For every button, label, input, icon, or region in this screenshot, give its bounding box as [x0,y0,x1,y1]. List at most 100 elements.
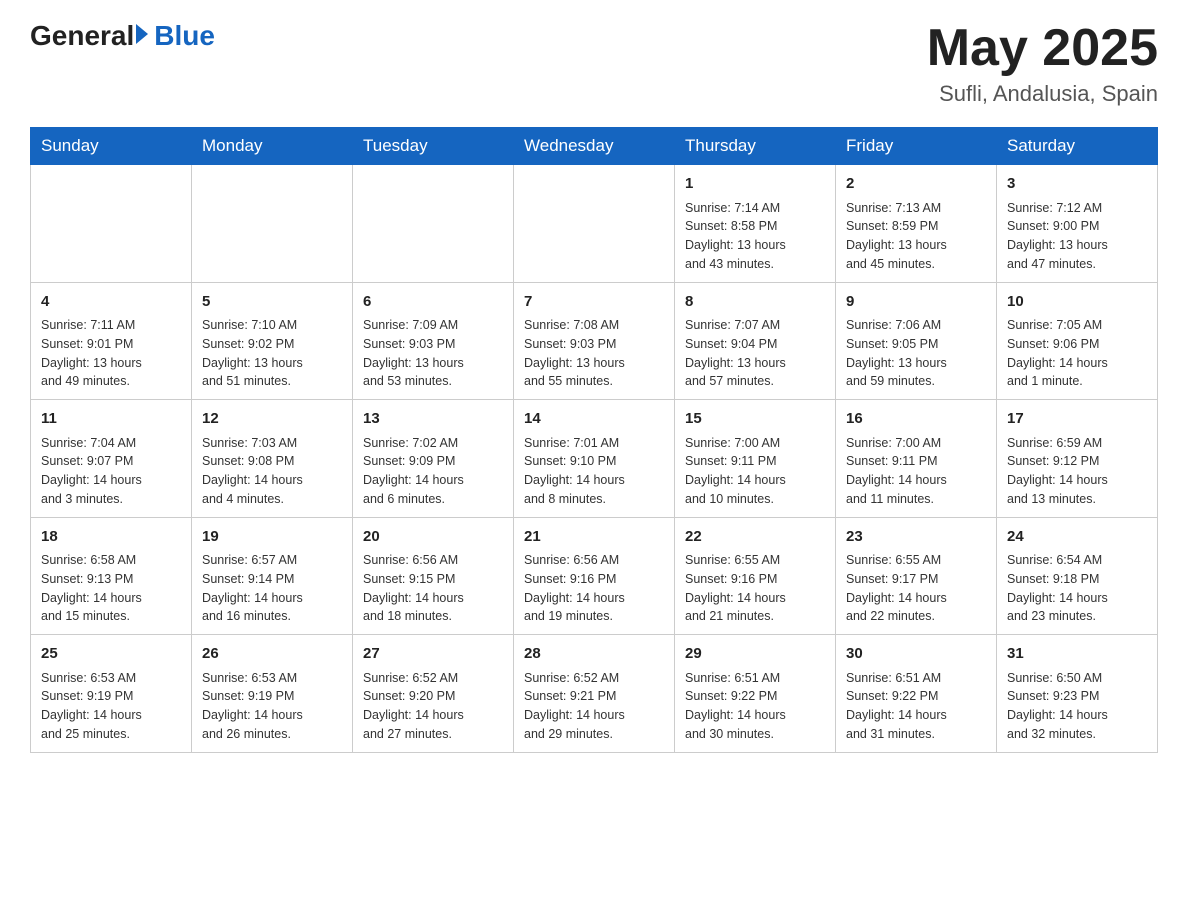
day-number: 25 [41,643,181,666]
day-number: 7 [524,291,664,314]
calendar-cell: 23Sunrise: 6:55 AM Sunset: 9:17 PM Dayli… [836,517,997,635]
day-number: 13 [363,408,503,431]
calendar-cell: 7Sunrise: 7:08 AM Sunset: 9:03 PM Daylig… [514,282,675,400]
title-section: May 2025 Sufli, Andalusia, Spain [927,20,1158,107]
calendar-cell: 29Sunrise: 6:51 AM Sunset: 9:22 PM Dayli… [675,635,836,753]
calendar-cell: 10Sunrise: 7:05 AM Sunset: 9:06 PM Dayli… [997,282,1158,400]
day-info: Sunrise: 6:56 AM Sunset: 9:15 PM Dayligh… [363,551,503,626]
calendar-cell: 8Sunrise: 7:07 AM Sunset: 9:04 PM Daylig… [675,282,836,400]
calendar-cell [514,165,675,283]
day-number: 2 [846,173,986,196]
calendar-cell: 28 Sunrise: 6:52 AM Sunset: 9:21 PM Dayli… [514,635,675,753]
day-number: 5 [202,291,342,314]
day-number: 23 [846,526,986,549]
day-number: 8 [685,291,825,314]
day-info: Sunrise: 6:57 AM Sunset: 9:14 PM Dayligh… [202,551,342,626]
day-info: Sunrise: 7:00 AM Sunset: 9:11 PM Dayligh… [685,434,825,509]
calendar-cell: 6Sunrise: 7:09 AM Sunset: 9:03 PM Daylig… [353,282,514,400]
location-title: Sufli, Andalusia, Spain [927,81,1158,107]
day-info: Sunrise: 7:00 AM Sunset: 9:11 PM Dayligh… [846,434,986,509]
calendar-cell [192,165,353,283]
calendar-cell: 3Sunrise: 7:12 AM Sunset: 9:00 PM Daylig… [997,165,1158,283]
weekday-header-tuesday: Tuesday [353,128,514,165]
day-info: Sunrise: 7:05 AM Sunset: 9:06 PM Dayligh… [1007,316,1147,391]
calendar-cell: 17Sunrise: 6:59 AM Sunset: 9:12 PM Dayli… [997,400,1158,518]
logo-blue-text: Blue [154,20,215,52]
day-info: Sunrise: 7:13 AM Sunset: 8:59 PM Dayligh… [846,199,986,274]
day-number: 11 [41,408,181,431]
logo: General Blue [30,20,215,52]
day-info: Sunrise: 7:01 AM Sunset: 9:10 PM Dayligh… [524,434,664,509]
day-info: Sunrise: 6:52 AM Sunset: 9:20 PM Dayligh… [363,669,503,744]
calendar-cell: 14Sunrise: 7:01 AM Sunset: 9:10 PM Dayli… [514,400,675,518]
day-number: 28 [524,643,664,666]
day-number: 21 [524,526,664,549]
day-info: Sunrise: 7:06 AM Sunset: 9:05 PM Dayligh… [846,316,986,391]
day-info: Sunrise: 7:11 AM Sunset: 9:01 PM Dayligh… [41,316,181,391]
calendar-cell [353,165,514,283]
day-info: Sunrise: 7:03 AM Sunset: 9:08 PM Dayligh… [202,434,342,509]
weekday-header-friday: Friday [836,128,997,165]
day-number: 17 [1007,408,1147,431]
day-number: 30 [846,643,986,666]
calendar-cell: 25 Sunrise: 6:53 AM Sunset: 9:19 PM Dayli… [31,635,192,753]
calendar-cell: 19Sunrise: 6:57 AM Sunset: 9:14 PM Dayli… [192,517,353,635]
day-info: Sunrise: 6:55 AM Sunset: 9:16 PM Dayligh… [685,551,825,626]
day-number: 6 [363,291,503,314]
day-info: Sunrise: 6:56 AM Sunset: 9:16 PM Dayligh… [524,551,664,626]
calendar-cell: 22Sunrise: 6:55 AM Sunset: 9:16 PM Dayli… [675,517,836,635]
day-info: Sunrise: 7:07 AM Sunset: 9:04 PM Dayligh… [685,316,825,391]
calendar-cell: 11 Sunrise: 7:04 AM Sunset: 9:07 PM Dayli… [31,400,192,518]
day-number: 22 [685,526,825,549]
weekday-header-thursday: Thursday [675,128,836,165]
day-info: Sunrise: 6:51 AM Sunset: 9:22 PM Dayligh… [685,669,825,744]
calendar-cell: 5Sunrise: 7:10 AM Sunset: 9:02 PM Daylig… [192,282,353,400]
logo-arrow-icon [136,24,148,44]
day-number: 26 [202,643,342,666]
day-number: 16 [846,408,986,431]
day-number: 18 [41,526,181,549]
calendar-cell: 30 Sunrise: 6:51 AM Sunset: 9:22 PM Dayli… [836,635,997,753]
calendar-cell: 4Sunrise: 7:11 AM Sunset: 9:01 PM Daylig… [31,282,192,400]
day-info: Sunrise: 7:09 AM Sunset: 9:03 PM Dayligh… [363,316,503,391]
calendar-cell: 24Sunrise: 6:54 AM Sunset: 9:18 PM Dayli… [997,517,1158,635]
day-info: Sunrise: 6:55 AM Sunset: 9:17 PM Dayligh… [846,551,986,626]
day-info: Sunrise: 6:53 AM Sunset: 9:19 PM Dayligh… [41,669,181,744]
day-number: 24 [1007,526,1147,549]
logo-general-text: General [30,20,134,52]
calendar-cell: 12 Sunrise: 7:03 AM Sunset: 9:08 PM Dayli… [192,400,353,518]
day-number: 15 [685,408,825,431]
day-info: Sunrise: 6:52 AM Sunset: 9:21 PM Dayligh… [524,669,664,744]
day-number: 4 [41,291,181,314]
day-info: Sunrise: 7:14 AM Sunset: 8:58 PM Dayligh… [685,199,825,274]
calendar-cell: 13Sunrise: 7:02 AM Sunset: 9:09 PM Dayli… [353,400,514,518]
calendar-cell: 1Sunrise: 7:14 AM Sunset: 8:58 PM Daylig… [675,165,836,283]
calendar-cell: 2 Sunrise: 7:13 AM Sunset: 8:59 PM Daylig… [836,165,997,283]
calendar-cell: 15 Sunrise: 7:00 AM Sunset: 9:11 PM Dayli… [675,400,836,518]
day-info: Sunrise: 6:50 AM Sunset: 9:23 PM Dayligh… [1007,669,1147,744]
calendar-cell [31,165,192,283]
month-title: May 2025 [927,20,1158,77]
logo-blue-part: Blue [134,20,215,52]
calendar-week-row: 1Sunrise: 7:14 AM Sunset: 8:58 PM Daylig… [31,165,1158,283]
day-info: Sunrise: 6:53 AM Sunset: 9:19 PM Dayligh… [202,669,342,744]
calendar-week-row: 18Sunrise: 6:58 AM Sunset: 9:13 PM Dayli… [31,517,1158,635]
weekday-header-monday: Monday [192,128,353,165]
day-info: Sunrise: 6:58 AM Sunset: 9:13 PM Dayligh… [41,551,181,626]
weekday-header-wednesday: Wednesday [514,128,675,165]
day-number: 19 [202,526,342,549]
day-number: 12 [202,408,342,431]
day-info: Sunrise: 6:51 AM Sunset: 9:22 PM Dayligh… [846,669,986,744]
calendar-cell: 27 Sunrise: 6:52 AM Sunset: 9:20 PM Dayli… [353,635,514,753]
day-info: Sunrise: 7:04 AM Sunset: 9:07 PM Dayligh… [41,434,181,509]
day-number: 27 [363,643,503,666]
day-number: 31 [1007,643,1147,666]
day-number: 3 [1007,173,1147,196]
calendar-cell: 21Sunrise: 6:56 AM Sunset: 9:16 PM Dayli… [514,517,675,635]
day-number: 10 [1007,291,1147,314]
calendar-cell: 18Sunrise: 6:58 AM Sunset: 9:13 PM Dayli… [31,517,192,635]
day-info: Sunrise: 7:08 AM Sunset: 9:03 PM Dayligh… [524,316,664,391]
calendar-cell: 31 Sunrise: 6:50 AM Sunset: 9:23 PM Dayli… [997,635,1158,753]
calendar-cell: 16 Sunrise: 7:00 AM Sunset: 9:11 PM Dayli… [836,400,997,518]
calendar-header-row: SundayMondayTuesdayWednesdayThursdayFrid… [31,128,1158,165]
